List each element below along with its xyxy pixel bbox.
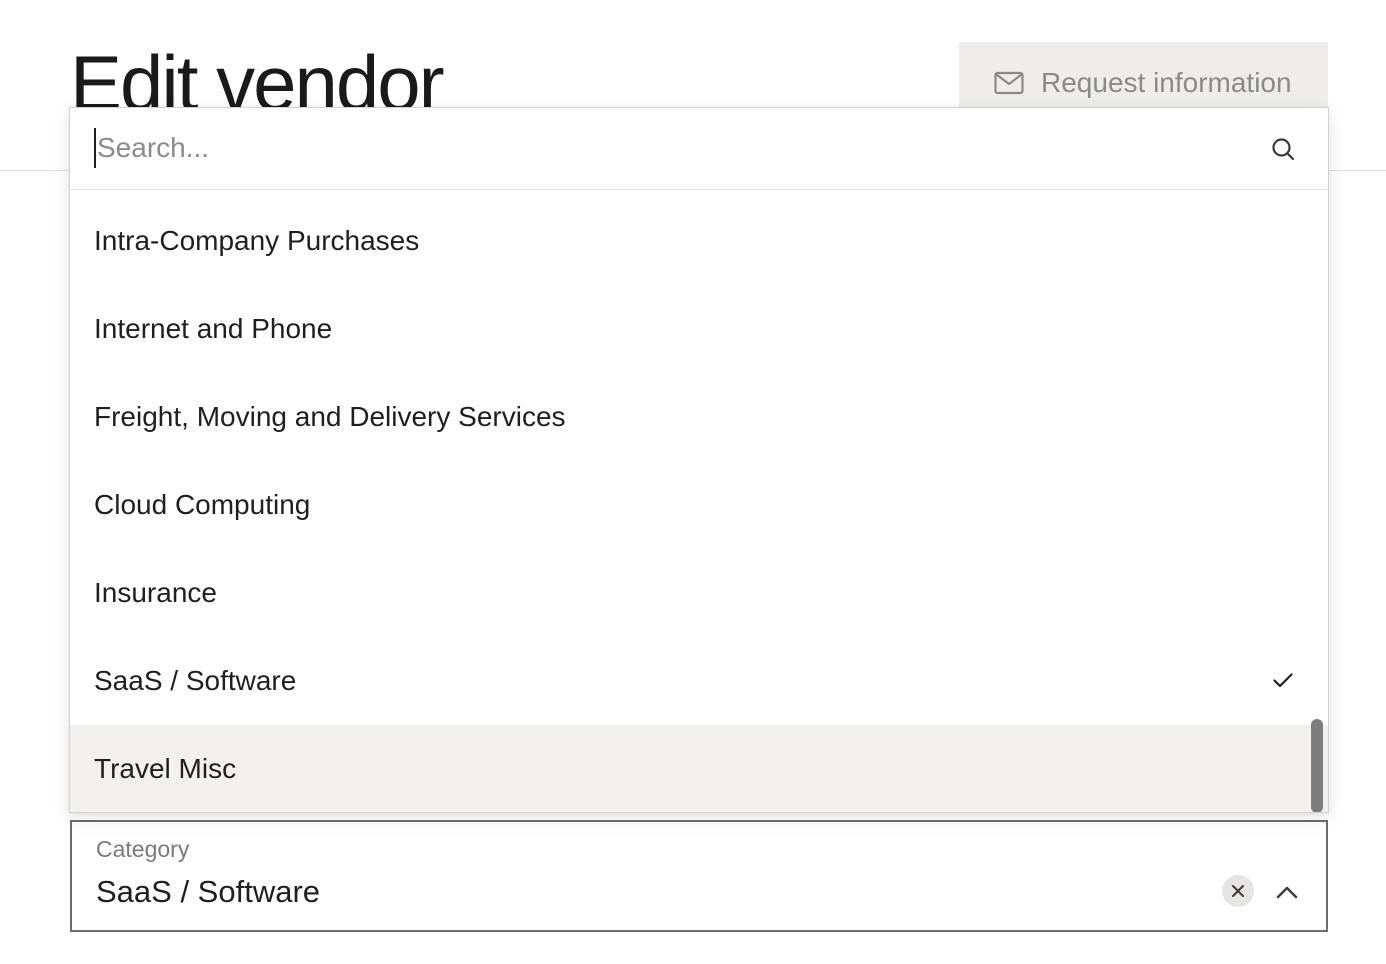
option-label: Intra-Company Purchases — [94, 225, 420, 256]
category-select-field[interactable]: Category SaaS / Software — [70, 820, 1328, 932]
clear-selection-button[interactable] — [1222, 875, 1254, 907]
option-label: SaaS / Software — [94, 665, 297, 696]
dropdown-search-row — [70, 108, 1328, 190]
category-field-label: Category — [96, 836, 190, 862]
option-cloud-computing[interactable]: Cloud Computing — [70, 461, 1328, 549]
close-icon — [1231, 884, 1245, 898]
option-internet-and-phone[interactable]: Internet and Phone — [70, 285, 1328, 373]
mail-icon — [993, 67, 1025, 99]
search-input[interactable] — [94, 128, 1247, 168]
category-dropdown-menu: Intra-Company Purchases Internet and Pho… — [69, 107, 1329, 813]
request-information-label: Request information — [1041, 67, 1292, 98]
option-label: Freight, Moving and Delivery Services — [94, 401, 566, 432]
edit-vendor-page: Edit vendor Request information Intra-Co… — [0, 0, 1386, 964]
option-saas-software[interactable]: SaaS / Software — [70, 637, 1328, 725]
option-intra-company-purchases[interactable]: Intra-Company Purchases — [70, 197, 1328, 285]
dropdown-scrollbar[interactable] — [1311, 719, 1323, 812]
option-freight-moving-delivery[interactable]: Freight, Moving and Delivery Services — [70, 373, 1328, 461]
check-icon — [1271, 668, 1295, 692]
option-label: Cloud Computing — [94, 489, 311, 520]
search-icon — [1270, 136, 1296, 162]
option-label: Insurance — [94, 577, 217, 608]
chevron-up-icon — [1276, 885, 1298, 899]
option-label: Travel Misc — [94, 753, 237, 784]
dropdown-options-list: Intra-Company Purchases Internet and Pho… — [70, 197, 1328, 812]
category-field-value: SaaS / Software — [96, 874, 321, 909]
option-travel-misc[interactable]: Travel Misc — [70, 725, 1328, 812]
collapse-dropdown-button[interactable] — [1272, 877, 1302, 907]
option-label: Internet and Phone — [94, 313, 333, 344]
option-insurance[interactable]: Insurance — [70, 549, 1328, 637]
